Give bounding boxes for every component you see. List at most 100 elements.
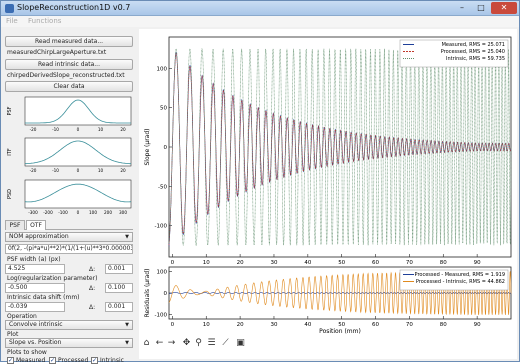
psf-width-input[interactable]: 4.525 <box>5 264 65 274</box>
shift-delta-input[interactable]: 0.001 <box>105 302 133 312</box>
pan-icon[interactable]: ✥ <box>181 338 192 349</box>
approximation-value: NOM approximation <box>9 233 69 240</box>
y-axis-label: Slope (µrad) <box>144 128 151 165</box>
x-tick-label: 50 <box>338 260 345 266</box>
x-tick-label: 40 <box>304 260 311 266</box>
processed-checkbox-label: Processed <box>58 357 89 364</box>
app-icon <box>5 4 14 13</box>
close-button[interactable]: ✕ <box>491 2 517 14</box>
psd-xtick: -100 <box>58 210 68 215</box>
tab-psf[interactable]: PSF <box>5 220 25 230</box>
approximation-select[interactable]: NOM approximation ▼ <box>5 232 133 242</box>
back-icon[interactable]: ← <box>154 338 165 349</box>
read-intrinsic-button[interactable]: Read intrinsic data... <box>5 59 133 70</box>
x-tick-label: 0 <box>171 260 175 266</box>
y-tick-label: 100 <box>157 269 168 275</box>
chevron-down-icon: ▼ <box>125 234 129 240</box>
x-tick-label: 0 <box>171 322 175 328</box>
psd-plot: PSD -300 -200 -100 0 100 200 300 <box>7 179 132 215</box>
x-tick-label: 80 <box>440 260 447 266</box>
plot-canvas: -100 -50 0 50 100 0 10 20 30 40 50 60 70 80 90 Slope (µ… <box>139 29 517 359</box>
clear-data-button[interactable]: Clear data <box>5 81 133 92</box>
intrinsic-checkbox[interactable]: ✓ <box>91 357 98 364</box>
tab-otf[interactable]: OTF <box>26 220 46 230</box>
itf-xtick: 0 <box>77 168 80 173</box>
menu-functions[interactable]: Functions <box>28 17 61 25</box>
psf-xtick: 0 <box>77 127 80 132</box>
plot-label: Plot <box>7 331 19 338</box>
x-tick-label: 60 <box>372 322 379 328</box>
zoom-icon[interactable]: ⚲ <box>193 338 204 349</box>
x-tick-label: 70 <box>406 260 413 266</box>
psd-xtick: -300 <box>28 210 38 215</box>
log-reg-label: Log(regularization parameter) <box>7 275 98 282</box>
x-tick-label: 90 <box>474 322 481 328</box>
tab-bar: PSF OTF <box>5 220 133 230</box>
mini-plots: PSF -20 -10 0 10 20 ITF -20 -10 0 10 20 PSD -300… <box>7 96 132 215</box>
read-measured-button[interactable]: Read measured data... <box>5 36 133 47</box>
formula-input[interactable]: 0f(2, -(pi*a*u)**2)*(1/(1+(u)**3*0.00000… <box>5 244 133 254</box>
operation-select[interactable]: Convolve intrinsic ▼ <box>5 320 133 330</box>
legend-entry: Processed, RMS = 25.040 <box>441 49 505 55</box>
x-axis-label: Position (mm) <box>319 328 361 335</box>
y-tick-label: -100 <box>155 224 168 230</box>
intrinsic-checkbox-label: Intrinsic <box>100 357 124 364</box>
save-icon[interactable]: ▣ <box>235 338 246 349</box>
psf-xtick: 20 <box>120 127 126 132</box>
y-axis-label: Residuals (µrad) <box>144 269 151 318</box>
y-tick-label: -100 <box>155 313 168 319</box>
log-reg-delta-input[interactable]: 0.100 <box>105 283 133 293</box>
itf-xtick: -20 <box>30 168 37 173</box>
plot-value: Slope vs. Position <box>9 339 62 346</box>
psd-xtick: 300 <box>119 210 127 215</box>
measured-checkbox[interactable]: ✓ <box>7 357 14 364</box>
main-window: SlopeReconstruction1D v0.7 – □ ✕ File Fu… <box>0 0 520 364</box>
edit-curve-icon[interactable]: ⟋ <box>220 338 231 349</box>
menu-file[interactable]: File <box>6 17 18 25</box>
shift-label: Intrinsic data shift (mm) <box>7 294 80 301</box>
x-tick-label: 10 <box>203 260 210 266</box>
x-tick-label: 40 <box>304 322 311 328</box>
chevron-down-icon: ▼ <box>125 322 129 328</box>
itf-ylabel: ITF <box>7 148 13 156</box>
psf-ylabel: PSF <box>7 106 13 115</box>
y-tick-label: 0 <box>164 145 168 151</box>
shift-delta-label: Δ: <box>89 304 96 311</box>
chevron-down-icon: ▼ <box>125 340 129 346</box>
psf-plot: PSF -20 -10 0 10 20 <box>7 96 132 132</box>
control-panel: Read measured data... measuredChirpLarge… <box>1 28 137 364</box>
x-tick-label: 30 <box>270 260 277 266</box>
legend-entry: Processed - Measured, RMS = 1.919 <box>415 272 505 278</box>
legend-entry: Processed - Intrinsic, RMS = 44.862 <box>416 279 505 285</box>
operation-value: Convolve intrinsic <box>9 321 63 328</box>
home-icon[interactable]: ⌂ <box>141 338 152 349</box>
psd-xtick: 0 <box>77 210 80 215</box>
title-bar: SlopeReconstruction1D v0.7 – □ ✕ <box>1 1 519 16</box>
y-tick-label: 100 <box>157 66 168 72</box>
psf-width-delta-input[interactable]: 0.001 <box>105 264 133 274</box>
x-tick-label: 90 <box>474 260 481 266</box>
operation-label: Operation <box>7 313 37 320</box>
plot-select[interactable]: Slope vs. Position ▼ <box>5 338 133 348</box>
psf-xtick: -20 <box>30 127 37 132</box>
log-reg-input[interactable]: -0.500 <box>5 283 65 293</box>
menu-bar: File Functions <box>1 16 519 27</box>
maximize-button[interactable]: □ <box>472 2 490 14</box>
charts-svg: -100-500501000 10 20 30 40 50 60 70 80 90Slope (µ… <box>144 36 512 335</box>
x-tick-label: 20 <box>237 260 244 266</box>
residuals-chart: -10001000 10 20 30 40 50 60 70 80 90Residuals (µr… <box>144 266 512 335</box>
configure-icon[interactable]: ☰ <box>206 338 217 349</box>
y-tick-label: -50 <box>158 184 167 190</box>
shift-input[interactable]: -0.039 <box>5 302 65 312</box>
x-tick-label: 10 <box>203 322 210 328</box>
minimize-button[interactable]: – <box>453 2 471 14</box>
y-tick-label: 50 <box>160 106 167 112</box>
forward-icon[interactable]: → <box>166 338 177 349</box>
slope-chart: -100 -50 0 50 100 0 10 20 30 40 50 60 70 80 90 Slope (µ… <box>144 36 512 266</box>
legend-entry: Measured, RMS = 25.071 <box>442 42 505 48</box>
processed-checkbox[interactable]: ✓ <box>49 357 56 364</box>
x-tick-label: 20 <box>237 322 244 328</box>
psf-xtick: 10 <box>98 127 104 132</box>
itf-xtick: 10 <box>98 168 104 173</box>
plots-to-show-label: Plots to show <box>7 349 47 356</box>
